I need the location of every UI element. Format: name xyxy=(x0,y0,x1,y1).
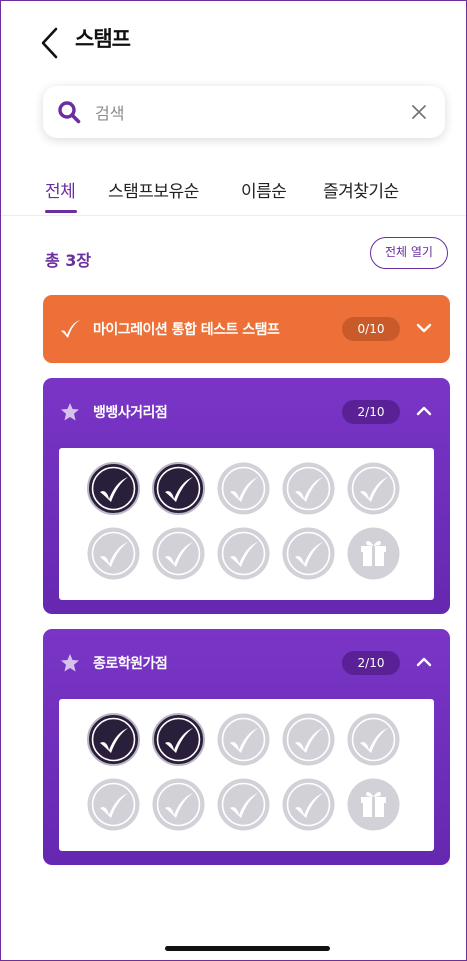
store-name: 종로학원가점 xyxy=(93,656,168,672)
stamp-filled[interactable] xyxy=(86,712,141,767)
back-arrow-icon[interactable] xyxy=(39,25,61,61)
stamp-empty[interactable] xyxy=(216,461,271,516)
home-indicator xyxy=(165,946,330,951)
stamp-card-header[interactable]: 마이그레이션 통합 테스트 스탬프 0/10 xyxy=(43,295,450,363)
stamp-count-badge: 2/10 xyxy=(342,651,400,675)
gift-icon[interactable] xyxy=(346,777,401,832)
stamp-filled[interactable] xyxy=(86,461,141,516)
star-icon xyxy=(61,654,79,672)
tab-all[interactable]: 전체 xyxy=(45,177,76,202)
stamp-card-header[interactable]: 뱅뱅사거리점 2/10 xyxy=(43,378,450,446)
chevron-down-icon[interactable] xyxy=(416,322,432,334)
stamp-grid xyxy=(59,448,434,600)
header: 스탬프 xyxy=(1,1,466,81)
stamp-empty[interactable] xyxy=(346,461,401,516)
search-input[interactable]: 검색 xyxy=(95,100,124,124)
stamp-empty[interactable] xyxy=(346,712,401,767)
tab-name[interactable]: 이름순 xyxy=(241,177,287,202)
stamp-count-badge: 0/10 xyxy=(342,317,400,341)
check-swoosh-icon xyxy=(61,320,80,338)
stamp-count-badge: 2/10 xyxy=(342,400,400,424)
stamp-card: 뱅뱅사거리점 2/10 xyxy=(43,378,450,614)
app-screen: 스탬프 검색 전체 스탬프보유순 이름순 즐겨찾기순 총 3장 전체 열기 마이… xyxy=(0,0,467,961)
search-icon xyxy=(58,101,81,124)
sort-tabs: 전체 스탬프보유순 이름순 즐겨찾기순 xyxy=(1,169,466,216)
open-all-button[interactable]: 전체 열기 xyxy=(370,237,448,269)
tab-favorites[interactable]: 즐겨찾기순 xyxy=(323,177,399,202)
search-bar[interactable]: 검색 xyxy=(43,86,445,138)
store-name: 마이그레이션 통합 테스트 스탬프 xyxy=(93,322,280,338)
stamp-filled[interactable] xyxy=(151,712,206,767)
tab-stamp-count[interactable]: 스탬프보유순 xyxy=(108,177,199,202)
stamp-empty[interactable] xyxy=(151,777,206,832)
stamp-empty[interactable] xyxy=(216,712,271,767)
gift-icon[interactable] xyxy=(346,526,401,581)
page-title: 스탬프 xyxy=(75,27,131,51)
stamp-empty[interactable] xyxy=(281,777,336,832)
active-tab-indicator xyxy=(45,210,77,213)
stamp-empty[interactable] xyxy=(151,526,206,581)
stamp-card: 종로학원가점 2/10 xyxy=(43,629,450,865)
store-name: 뱅뱅사거리점 xyxy=(93,405,168,421)
stamp-empty[interactable] xyxy=(86,777,141,832)
total-count: 총 3장 xyxy=(45,251,92,270)
stamp-card-header[interactable]: 종로학원가점 2/10 xyxy=(43,629,450,697)
stamp-grid xyxy=(59,699,434,851)
stamp-empty[interactable] xyxy=(216,526,271,581)
stamp-empty[interactable] xyxy=(281,712,336,767)
stamp-card: 마이그레이션 통합 테스트 스탬프 0/10 xyxy=(43,295,450,363)
chevron-up-icon[interactable] xyxy=(416,405,432,417)
stamp-empty[interactable] xyxy=(216,777,271,832)
stamp-empty[interactable] xyxy=(281,526,336,581)
stamp-empty[interactable] xyxy=(86,526,141,581)
close-icon[interactable] xyxy=(405,98,433,126)
star-icon xyxy=(61,403,79,421)
stamp-empty[interactable] xyxy=(281,461,336,516)
stamp-filled[interactable] xyxy=(151,461,206,516)
chevron-up-icon[interactable] xyxy=(416,656,432,668)
